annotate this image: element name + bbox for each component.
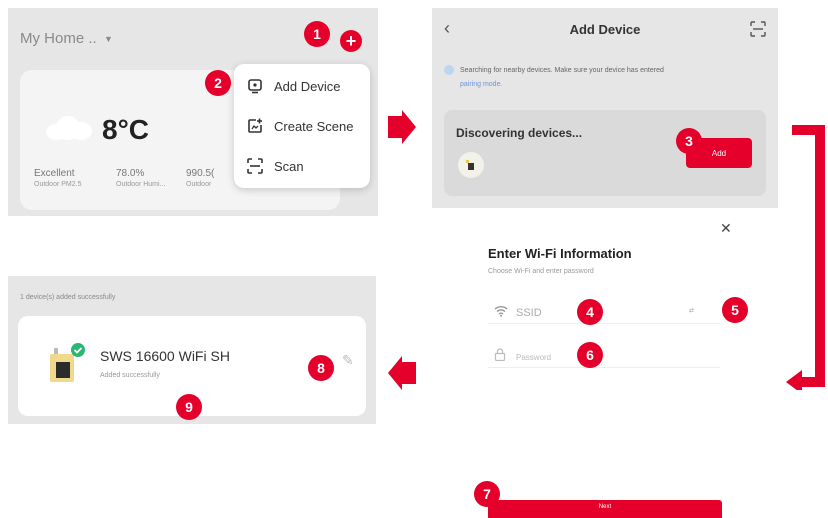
- step-marker-3: 3: [676, 128, 702, 154]
- add-plus-button[interactable]: +: [340, 30, 362, 52]
- switch-network-icon[interactable]: ⇄: [689, 307, 694, 314]
- humidity-stat: 78.0% Outdoor Humi...: [116, 168, 166, 188]
- device-name: SWS 16600 WiFi SH: [100, 348, 230, 364]
- menu-item-add-device[interactable]: Add Device: [234, 66, 370, 106]
- wifi-subtitle: Choose Wi-Fi and enter password: [488, 268, 594, 275]
- wifi-info-screen: ✕ Enter Wi-Fi Information Choose Wi-Fi a…: [474, 214, 736, 518]
- scan-icon: [246, 157, 264, 175]
- step-marker-2: 2: [205, 70, 231, 96]
- create-scene-icon: [246, 117, 264, 135]
- step-marker-7: 7: [474, 481, 500, 507]
- edit-pencil-icon[interactable]: ✎: [342, 352, 354, 369]
- discovering-card: Discovering devices... Add: [444, 110, 766, 196]
- next-button[interactable]: Next: [488, 500, 722, 518]
- scan-icon[interactable]: [750, 21, 766, 42]
- discovered-device-icon: [458, 152, 484, 178]
- caret-down-icon[interactable]: ▼: [104, 34, 113, 44]
- add-device-icon: [246, 77, 264, 95]
- searching-hint: Searching for nearby devices. Make sure …: [444, 64, 769, 92]
- flow-arrow-right: [388, 110, 416, 144]
- pm25-stat: Excellent Outdoor PM2.5: [34, 168, 82, 188]
- step-marker-5: 5: [722, 297, 748, 323]
- success-header: 1 device(s) added successfully: [20, 294, 116, 301]
- device-status: Added successfully: [100, 372, 160, 379]
- pressure-stat: 990.5( Outdoor: [186, 168, 215, 188]
- step-marker-6: 6: [577, 342, 603, 368]
- home-selector[interactable]: My Home ..: [20, 30, 97, 47]
- lock-icon: [494, 348, 506, 366]
- flow-bracket-arrow: [786, 125, 825, 390]
- page-title: Add Device: [569, 22, 641, 37]
- step-marker-1: 1: [304, 21, 330, 47]
- menu-item-scan[interactable]: Scan: [234, 146, 370, 186]
- password-field: [488, 344, 720, 368]
- add-device-screen: ‹ Add Device Searching for nearby device…: [432, 8, 778, 208]
- wifi-icon: [494, 304, 508, 322]
- close-icon[interactable]: ✕: [720, 220, 732, 237]
- cloud-icon: [46, 116, 92, 140]
- temperature-value: 8°C: [102, 114, 149, 145]
- device-thumbnail: [44, 342, 88, 388]
- step-marker-9: 9: [176, 394, 202, 420]
- add-menu-dropdown: Add Device Create Scene Scan: [234, 64, 370, 188]
- wifi-title: Enter Wi-Fi Information: [488, 246, 632, 261]
- menu-item-create-scene[interactable]: Create Scene: [234, 106, 370, 146]
- check-badge-icon: [71, 343, 85, 357]
- step-marker-8: 8: [308, 355, 334, 381]
- pairing-mode-link[interactable]: pairing mode.: [460, 81, 502, 88]
- step-marker-4: 4: [577, 299, 603, 325]
- ssid-field: ⇄: [488, 300, 720, 324]
- bluetooth-search-icon: [444, 65, 454, 76]
- flow-arrow-left: [388, 356, 416, 390]
- discovering-title: Discovering devices...: [456, 126, 583, 140]
